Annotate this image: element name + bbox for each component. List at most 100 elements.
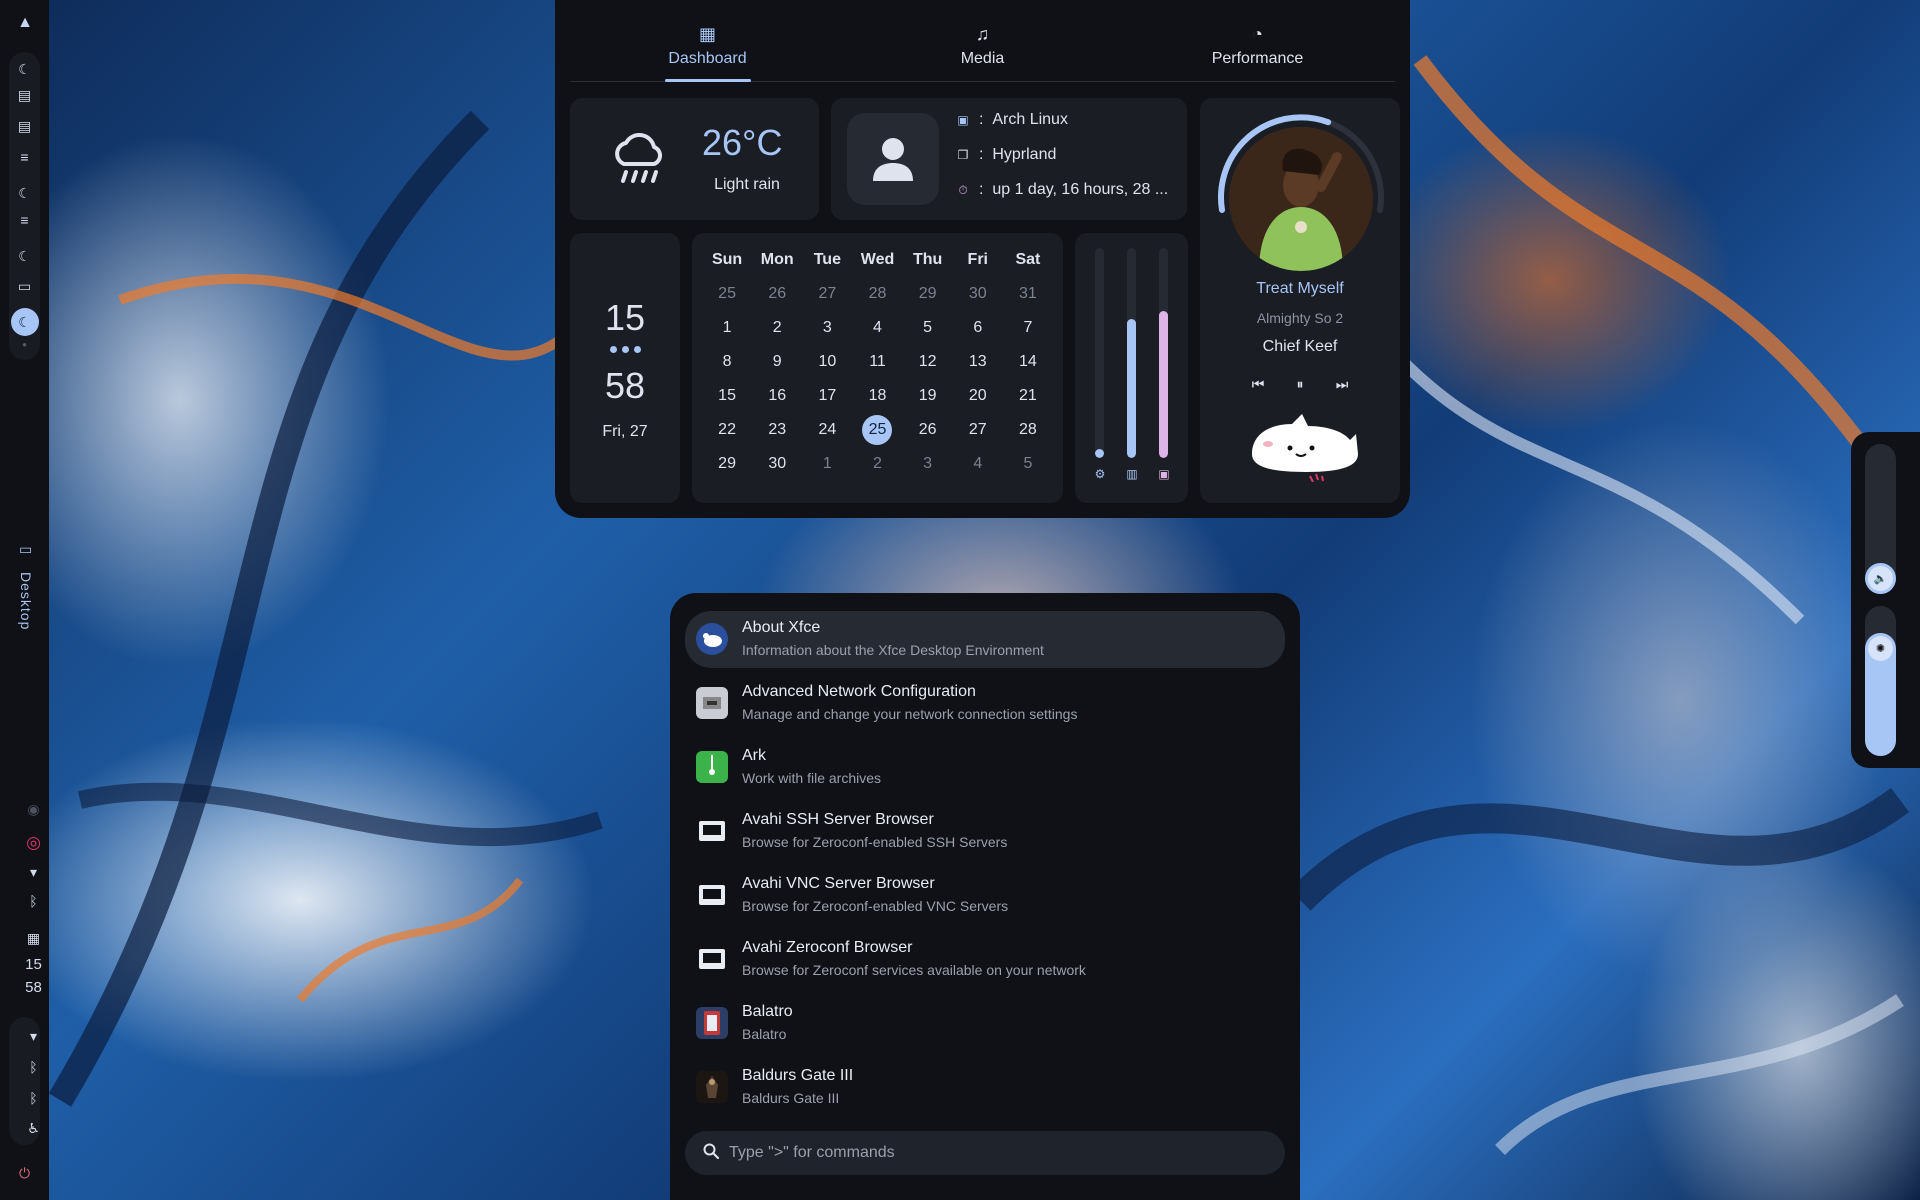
calendar-day[interactable]: 12 <box>903 345 953 379</box>
wifi-icon[interactable]: ▾ <box>18 1025 49 1047</box>
temperature: 26°C <box>702 122 783 163</box>
calendar-day[interactable]: 5 <box>1003 447 1053 481</box>
wm-name: Hyprland <box>992 146 1057 163</box>
moon-icon[interactable]: ☾ <box>9 58 40 80</box>
list-item[interactable]: Advanced Network Configuration Manage an… <box>685 675 1285 732</box>
calendar-day[interactable]: 28 <box>852 277 902 311</box>
terminal-icon[interactable]: ▭ <box>9 275 40 297</box>
calendar-day[interactable]: 24 <box>802 413 852 447</box>
calendar-day[interactable]: 21 <box>1003 379 1053 413</box>
power-icon[interactable]: ⏻ <box>9 1162 40 1184</box>
calendar-day[interactable]: 29 <box>903 277 953 311</box>
separator: : <box>979 111 984 128</box>
tab-performance[interactable]: ◔ Performance <box>1120 10 1395 81</box>
calendar-day[interactable]: 3 <box>903 447 953 481</box>
sidebar-clock-hours: 15 <box>25 956 42 973</box>
media-card: Treat Myself Almighty So 2 Chief Keef ⏮ … <box>1200 98 1400 503</box>
window-icon[interactable]: ▤ <box>9 115 40 137</box>
calendar-weekday: Mon <box>760 251 794 268</box>
bluetooth-icon[interactable]: ᛒ <box>18 890 49 912</box>
wifi-icon[interactable]: ▾ <box>18 861 49 883</box>
calendar-day[interactable]: 29 <box>702 447 752 481</box>
calendar-day[interactable]: 26 <box>752 277 802 311</box>
moon-icon[interactable]: ☾ <box>9 245 40 267</box>
dashboard-panel: ▦ Dashboard ♫ Media ◔ Performance 26°C L… <box>555 0 1410 518</box>
bluetooth-icon[interactable]: ᛒ <box>18 1056 49 1078</box>
person-icon <box>873 138 913 181</box>
calendar-day[interactable]: 15 <box>702 379 752 413</box>
calendar-day[interactable]: 2 <box>852 447 902 481</box>
calendar-day[interactable]: 16 <box>752 379 802 413</box>
brightness-icon[interactable]: ✺ <box>1868 636 1893 661</box>
list-item[interactable]: Avahi VNC Server Browser Browse for Zero… <box>685 867 1285 924</box>
calendar-day[interactable]: 4 <box>953 447 1003 481</box>
list-item[interactable]: Avahi Zeroconf Browser Browse for Zeroco… <box>685 931 1285 988</box>
search-bar <box>685 1131 1285 1175</box>
list-item[interactable]: About Xfce Information about the Xfce De… <box>685 611 1285 668</box>
calendar-day[interactable]: 8 <box>702 345 752 379</box>
workspace-dot-icon[interactable]: ● <box>9 333 40 355</box>
calendar-icon[interactable]: ▦ <box>18 927 49 949</box>
clock-date: Fri, 27 <box>602 423 648 440</box>
calendar-day[interactable]: 23 <box>752 413 802 447</box>
eye-icon[interactable]: ◉ <box>18 798 49 820</box>
calendar-day[interactable]: 26 <box>903 413 953 447</box>
queue-music-icon: ♫ <box>975 24 990 44</box>
calendar-day[interactable]: 10 <box>802 345 852 379</box>
app-description: Baldurs Gate III <box>742 1090 840 1106</box>
tab-dashboard[interactable]: ▦ Dashboard <box>570 10 845 81</box>
calendar-day[interactable]: 5 <box>903 311 953 345</box>
list-item[interactable]: Ark Work with file archives <box>685 739 1285 796</box>
list-item[interactable]: Balatro Balatro <box>685 995 1285 1052</box>
calendar-day[interactable]: 25 <box>702 277 752 311</box>
skip-next-icon[interactable]: ⏭ <box>1332 374 1352 394</box>
calendar-day[interactable]: 4 <box>852 311 902 345</box>
calendar-day[interactable]: 2 <box>752 311 802 345</box>
calendar-day[interactable]: 1 <box>802 447 852 481</box>
calendar-day[interactable]: 13 <box>953 345 1003 379</box>
bluetooth-icon[interactable]: ᛒ <box>18 1087 49 1109</box>
app-name: Baldurs Gate III <box>742 1067 854 1084</box>
record-icon[interactable]: ◎ <box>18 832 49 854</box>
list-item[interactable]: Baldurs Gate III Baldurs Gate III <box>685 1059 1285 1116</box>
calendar-day[interactable]: 20 <box>953 379 1003 413</box>
edit-note-icon[interactable]: ≡ <box>9 146 40 168</box>
calendar-day[interactable]: 7 <box>1003 311 1053 345</box>
album-cover[interactable] <box>1229 127 1373 271</box>
volume-icon[interactable]: 🔈 <box>1868 566 1893 591</box>
accessibility-icon[interactable]: ♿ <box>18 1117 49 1139</box>
calendar-day[interactable]: 27 <box>953 413 1003 447</box>
skip-previous-icon[interactable]: ⏮ <box>1248 374 1268 394</box>
calendar-day[interactable]: 1 <box>702 311 752 345</box>
tab-label: Performance <box>1211 50 1304 67</box>
calendar-day[interactable]: 28 <box>1003 413 1053 447</box>
volume-slider[interactable]: 🔈 <box>1865 444 1896 594</box>
moon-icon[interactable]: ☾ <box>9 182 40 204</box>
calendar-day-label: 25 <box>862 415 893 445</box>
arch-logo-icon[interactable]: ▲ <box>16 14 34 32</box>
calendar-day[interactable]: 3 <box>802 311 852 345</box>
calendar-day[interactable]: 19 <box>903 379 953 413</box>
calendar-day[interactable]: 6 <box>953 311 1003 345</box>
calendar-day[interactable]: 14 <box>1003 345 1053 379</box>
calendar-day[interactable]: 9 <box>752 345 802 379</box>
pause-icon[interactable]: ⏸ <box>1290 374 1310 394</box>
search-input[interactable] <box>729 1131 1269 1175</box>
calendar-day[interactable]: 30 <box>953 277 1003 311</box>
tab-media[interactable]: ♫ Media <box>845 10 1120 81</box>
calendar-day-today[interactable]: 25 <box>852 413 902 447</box>
window-icon[interactable]: ▤ <box>9 84 40 106</box>
calendar-day[interactable]: 11 <box>852 345 902 379</box>
calendar-day[interactable]: 18 <box>852 379 902 413</box>
calendar-day[interactable]: 31 <box>1003 277 1053 311</box>
moon-icon-active[interactable]: ☾ <box>10 308 39 336</box>
calendar-day[interactable]: 22 <box>702 413 752 447</box>
calendar-day[interactable]: 27 <box>802 277 852 311</box>
list-item[interactable]: Avahi SSH Server Browser Browse for Zero… <box>685 803 1285 860</box>
edit-note-icon[interactable]: ≡ <box>9 209 40 231</box>
brightness-slider[interactable]: ✺ <box>1865 606 1896 756</box>
calendar-day[interactable]: 17 <box>802 379 852 413</box>
tab-label: Media <box>960 50 1005 67</box>
calendar-day[interactable]: 30 <box>752 447 802 481</box>
weather-description: Light rain <box>714 176 780 193</box>
